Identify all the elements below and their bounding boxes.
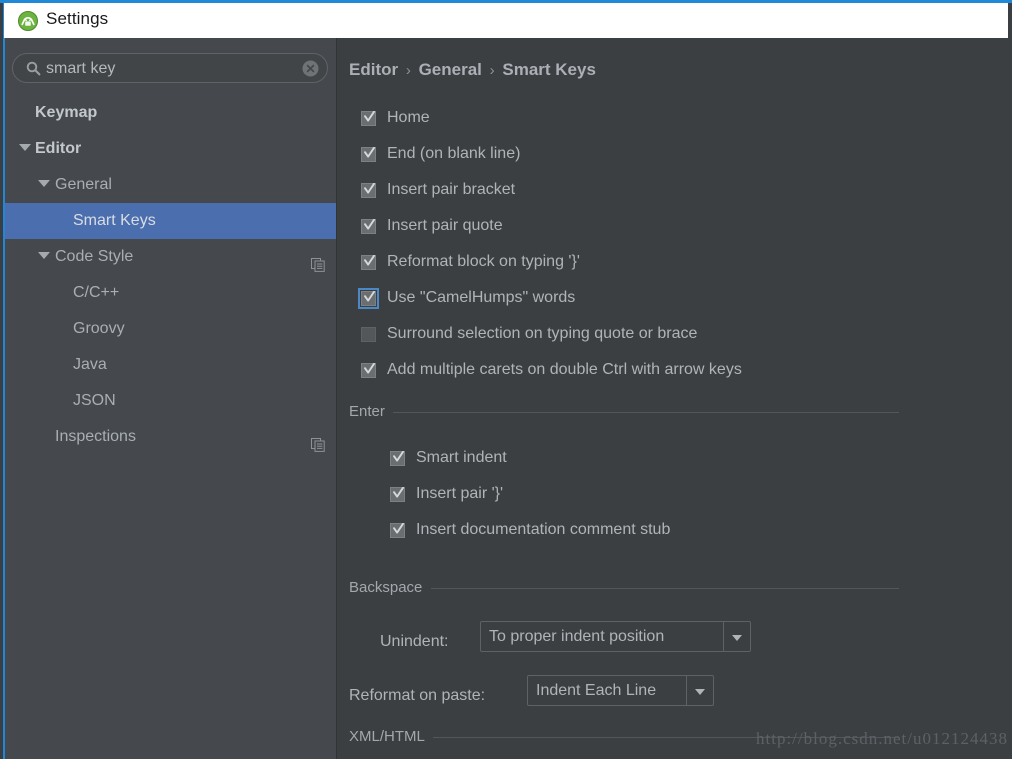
search-input[interactable]: smart key — [46, 58, 115, 79]
settings-main-panel: Editor › General › Smart Keys Home End (o… — [337, 38, 1012, 759]
unindent-dropdown-value: To proper indent position — [489, 628, 665, 645]
checkbox-label: Insert pair quote — [387, 217, 503, 234]
reformat-on-paste-dropdown-arrow-box[interactable] — [686, 676, 713, 705]
checkbox-checked-icon[interactable] — [361, 254, 376, 270]
android-studio-icon — [18, 11, 38, 31]
chevron-down-icon[interactable] — [38, 180, 50, 187]
checkbox-label: Smart indent — [416, 449, 507, 466]
sidebar-item-smart-keys[interactable]: Smart Keys — [5, 203, 336, 239]
sidebar-item-general[interactable]: General — [5, 167, 336, 203]
breadcrumb-part-1[interactable]: General — [419, 60, 482, 79]
settings-content: smart key Keymap Editor General Smart Keys C… — [5, 38, 1012, 759]
checkbox-label: End (on blank line) — [387, 145, 521, 162]
window-title: Settings — [46, 9, 109, 28]
unindent-dropdown[interactable]: To proper indent position — [480, 621, 751, 652]
sidebar-item-label: Groovy — [73, 320, 125, 337]
unindent-dropdown-arrow-box[interactable] — [723, 622, 750, 651]
checkbox-label: Surround selection on typing quote or br… — [387, 325, 698, 342]
chevron-down-icon[interactable] — [19, 144, 31, 151]
checkbox-checked-icon[interactable] — [361, 182, 376, 198]
unindent-label: Unindent: — [380, 633, 449, 650]
checkbox-checked-icon[interactable] — [390, 486, 405, 502]
copy-icon[interactable] — [311, 250, 325, 272]
checkmark-icon — [364, 254, 375, 268]
checkmark-icon — [364, 182, 375, 196]
sidebar-item-java[interactable]: Java — [5, 347, 336, 383]
sidebar-item-keymap[interactable]: Keymap — [5, 95, 336, 131]
chevron-down-icon — [732, 635, 742, 641]
sidebar-item-label: Smart Keys — [73, 212, 156, 229]
reformat-on-paste-label: Reformat on paste: — [349, 687, 486, 704]
checkmark-icon — [364, 290, 375, 304]
breadcrumb-part-0[interactable]: Editor — [349, 60, 398, 79]
sidebar-item-label: C/C++ — [73, 284, 120, 301]
backspace-section-title: Backspace — [349, 579, 431, 597]
xmlhtml-section-title: XML/HTML — [349, 728, 433, 746]
breadcrumb-separator-0: › — [405, 62, 411, 79]
checkmark-icon — [364, 110, 375, 124]
enter-section-divider — [393, 412, 899, 413]
chevron-down-icon — [695, 689, 705, 695]
sidebar-item-label: Inspections — [55, 428, 136, 445]
checkbox-checked-icon[interactable] — [361, 146, 376, 162]
checkbox-label: Add multiple carets on double Ctrl with … — [387, 361, 742, 378]
checkbox-checked-icon[interactable] — [390, 522, 405, 538]
watermark-text: http://blog.csdn.net/u012124438 — [756, 729, 1008, 748]
settings-window: Settings smart key Keymap Editor General… — [0, 0, 1012, 759]
sidebar-item-label: Java — [73, 356, 107, 373]
sidebar-item-label: General — [55, 176, 112, 193]
sidebar-item-json[interactable]: JSON — [5, 383, 336, 419]
sidebar-item-label: Editor — [35, 140, 82, 157]
checkmark-icon — [364, 218, 375, 232]
checkmark-icon — [364, 146, 375, 160]
checkbox-checked-icon[interactable] — [390, 450, 405, 466]
reformat-on-paste-dropdown-value: Indent Each Line — [536, 682, 657, 699]
sidebar-item-label: JSON — [73, 392, 116, 409]
checkmark-icon — [393, 522, 404, 536]
checkbox-label: Use "CamelHumps" words — [387, 289, 576, 306]
checkbox-checked-icon[interactable] — [361, 362, 376, 378]
title-bar: Settings — [4, 3, 1008, 38]
enter-section-header: Enter — [349, 403, 899, 421]
sidebar-item-label: Keymap — [35, 104, 98, 121]
sidebar-item-label: Code Style — [55, 248, 134, 265]
checkmark-icon — [364, 362, 375, 376]
enter-section-title: Enter — [349, 403, 393, 421]
checkbox-checked-icon[interactable] — [361, 218, 376, 234]
sidebar-item-groovy[interactable]: Groovy — [5, 311, 336, 347]
search-field[interactable]: smart key — [12, 53, 328, 83]
settings-tree: Keymap Editor General Smart Keys Code Style C… — [5, 95, 336, 455]
checkbox-unchecked-icon[interactable] — [361, 327, 376, 342]
breadcrumb-separator-1: › — [489, 62, 495, 79]
backspace-section-divider — [431, 588, 899, 589]
search-icon — [26, 61, 41, 76]
checkbox-checked-icon[interactable] — [361, 110, 376, 126]
backspace-section-header: Backspace — [349, 579, 899, 597]
sidebar-item-code-style[interactable]: Code Style — [5, 239, 336, 275]
checkbox-label: Home — [387, 109, 430, 126]
breadcrumb-part-2: Smart Keys — [502, 60, 596, 79]
chevron-down-icon[interactable] — [38, 252, 50, 259]
checkbox-label: Insert pair '}' — [416, 485, 504, 502]
sidebar-item-c-c[interactable]: C/C++ — [5, 275, 336, 311]
checkbox-label: Insert pair bracket — [387, 181, 516, 198]
settings-sidebar: smart key Keymap Editor General Smart Keys C… — [5, 38, 336, 759]
clear-circle-icon[interactable] — [302, 60, 319, 77]
copy-icon[interactable] — [311, 430, 325, 452]
reformat-on-paste-dropdown[interactable]: Indent Each Line — [527, 675, 714, 706]
sidebar-item-editor[interactable]: Editor — [5, 131, 336, 167]
checkmark-icon — [393, 486, 404, 500]
sidebar-item-inspections[interactable]: Inspections — [5, 419, 336, 455]
checkbox-label: Reformat block on typing '}' — [387, 253, 580, 270]
checkbox-checked-icon[interactable] — [358, 288, 379, 309]
checkmark-icon — [393, 450, 404, 464]
breadcrumb: Editor › General › Smart Keys — [349, 60, 596, 80]
checkbox-label: Insert documentation comment stub — [416, 521, 671, 538]
